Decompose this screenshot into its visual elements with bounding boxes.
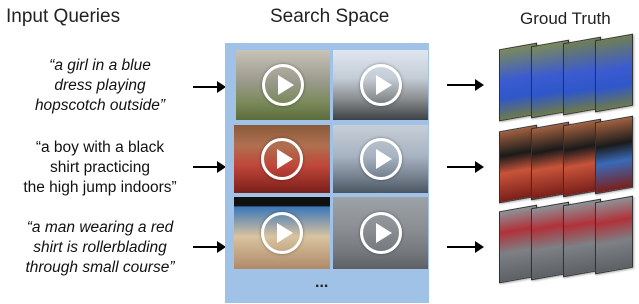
more-videos-ellipsis: ...: [315, 274, 329, 291]
query-1-line-1: “a girl in a blue: [49, 57, 151, 74]
play-icon[interactable]: [359, 212, 402, 254]
query-3-line-2: shirt is rollerblading: [33, 239, 167, 256]
result-1-arrow: [447, 79, 484, 91]
query-1: “a girl in a blue dress playing hopscotc…: [10, 56, 190, 116]
play-icon[interactable]: [261, 138, 303, 180]
frame-thumbnail: [595, 195, 633, 275]
frame-thumbnail: [595, 115, 633, 195]
video-thumbnail[interactable]: [234, 125, 330, 193]
result-2-arrow: [447, 161, 484, 173]
result-3-arrow: [447, 241, 484, 253]
frame-thumbnail: [595, 33, 633, 113]
query-2-line-3: the high jump indoors”: [23, 179, 177, 196]
ground-truth-heading: Groud Truth: [520, 9, 611, 28]
query-2-line-2: shirt practicing: [50, 159, 150, 176]
play-icon[interactable]: [359, 64, 402, 106]
play-icon[interactable]: [359, 138, 402, 180]
query-2-line-1: “a boy with a black: [35, 139, 165, 156]
query-2-arrow: [193, 161, 226, 173]
query-1-arrow: [193, 81, 226, 93]
query-1-line-3: hopscotch outside”: [34, 97, 166, 114]
video-thumbnail[interactable]: [333, 50, 428, 120]
query-1-line-2: dress playing: [54, 77, 146, 94]
video-thumbnail[interactable]: [333, 125, 428, 193]
query-3: “a man wearing a red shirt is rollerblad…: [0, 218, 200, 278]
play-icon[interactable]: [261, 212, 303, 254]
input-queries-heading: Input Queries: [6, 6, 121, 27]
query-2: “a boy with a black shirt practicing the…: [0, 138, 200, 198]
query-3-line-1: “a man wearing a red: [26, 219, 174, 236]
query-3-line-3: through small course”: [25, 259, 175, 276]
search-space-heading: Search Space: [270, 6, 390, 27]
query-3-arrow: [193, 241, 226, 253]
video-thumbnail[interactable]: [236, 50, 330, 120]
play-icon[interactable]: [262, 64, 304, 106]
video-thumbnail[interactable]: [333, 197, 428, 269]
video-thumbnail[interactable]: [234, 197, 330, 269]
